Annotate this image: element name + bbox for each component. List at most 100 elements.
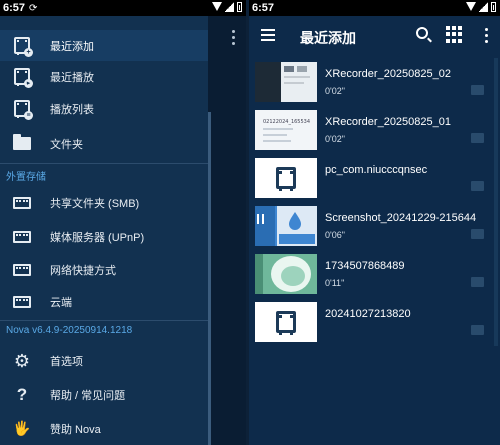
drawer-item-folder[interactable]: 文件夹 [0,128,208,159]
scrollbar[interactable] [208,112,211,445]
drawer-item-label: 最近播放 [50,71,94,84]
scrollbar[interactable] [494,202,498,250]
media-title: XRecorder_20250825_02 [325,68,451,80]
video-thumbnail [255,62,317,102]
list-item[interactable]: 1734507868489 0'11" [249,250,500,298]
playlist-icon: ≡ [12,99,33,120]
right-screen: 6:57 最近添加 XRecorder_20250825_02 0'02" 02… [249,0,500,445]
wifi-icon [212,2,222,11]
video-thumbnail [255,158,317,198]
comment-icon [471,85,484,95]
status-bar: 6:57 ⟳ [0,0,246,16]
drawer-item-label: 网络快捷方式 [50,264,116,277]
menu-icon[interactable] [261,29,275,41]
list-item[interactable]: pc_com.niucccqnsec [249,154,500,202]
comment-icon [471,325,484,335]
left-screen: 6:57 ⟳ + 最近添加 ▸ 最近播放 ≡ 播放列表 文件夹 外置存储 共享文 [0,0,246,445]
media-duration: 0'02" [325,134,345,144]
sync-icon: ⟳ [29,2,38,14]
comment-icon [471,181,484,191]
smb-icon [12,193,32,213]
scrollbar[interactable] [494,298,498,346]
drawer-item-network-shortcut[interactable]: 网络快捷方式 [0,254,208,285]
drawer-item-recent-play[interactable]: ▸ 最近播放 [0,61,208,92]
scrollbar[interactable] [494,154,498,202]
drawer-item-donate[interactable]: 🖐 赞助 Nova [0,413,208,444]
status-icons [212,2,242,12]
screen-capture-icon [255,206,317,246]
drawer-item-help[interactable]: ? 帮助 / 常见问题 [0,379,208,410]
phone-screen-icon [255,62,317,102]
video-thumbnail [255,254,317,294]
battery-icon [237,2,242,12]
status-bar: 6:57 [249,0,500,16]
drawer-item-cloud[interactable]: 云端 [0,286,208,317]
video-placeholder-icon [276,311,296,335]
media-title: 20241027213820 [325,308,411,320]
drawer-item-preferences[interactable]: ⚙ 首选项 [0,345,208,376]
network-shortcut-icon [12,260,32,280]
comment-icon [471,133,484,143]
document-icon [263,128,293,142]
gear-icon: ⚙ [13,350,31,371]
grid-view-icon[interactable] [446,26,463,43]
divider [0,163,208,164]
navigation-drawer: + 最近添加 ▸ 最近播放 ≡ 播放列表 文件夹 外置存储 共享文件夹 (SMB… [0,16,208,445]
drawer-item-label: 最近添加 [50,40,94,53]
list-item[interactable]: Screenshot_20241229-215644 0'06" [249,202,500,250]
drawer-item-playlist[interactable]: ≡ 播放列表 [0,93,208,124]
cloud-icon [12,292,32,312]
page-title: 最近添加 [300,30,356,46]
signal-icon [479,2,488,12]
media-title: 1734507868489 [325,260,405,272]
recent-add-icon: + [12,36,33,57]
scrollbar[interactable] [494,250,498,298]
media-title: Screenshot_20241229-215644 [325,212,477,224]
drawer-item-smb[interactable]: 共享文件夹 (SMB) [0,187,208,218]
scrollbar[interactable] [494,106,498,154]
drawer-item-label: 云端 [50,296,72,309]
drawer-item-label: 赞助 Nova [50,423,101,436]
drawer-item-label: 播放列表 [50,103,94,116]
upnp-icon [12,227,32,247]
drawer-item-label: 文件夹 [50,138,83,151]
section-external-storage: 外置存储 [6,172,46,183]
video-thumbnail: 02122024_165534 [255,110,317,150]
green-video-icon [255,254,317,294]
drawer-item-label: 帮助 / 常见问题 [50,389,126,402]
media-title: XRecorder_20250825_01 [325,116,451,128]
drawer-item-label: 首选项 [50,355,83,368]
status-icons [466,2,496,12]
drawer-item-upnp[interactable]: 媒体服务器 (UPnP) [0,221,208,252]
comment-icon [471,277,484,287]
video-thumbnail [255,206,317,246]
drawer-item-label: 共享文件夹 (SMB) [50,197,140,210]
media-title: pc_com.niucccqnsec [325,164,428,176]
signal-icon [225,2,234,12]
media-duration: 0'06" [325,230,345,240]
list-item[interactable]: 02122024_165534 XRecorder_20250825_01 0'… [249,106,500,154]
wifi-icon [466,2,476,11]
status-time: 6:57 [252,2,275,14]
list-item[interactable]: 20241027213820 [249,298,500,346]
battery-icon [491,2,496,12]
search-icon[interactable] [416,27,428,39]
video-placeholder-icon [276,167,296,191]
more-options-icon[interactable] [485,28,488,46]
status-time: 6:57 [3,2,26,14]
video-thumbnail [255,302,317,342]
folder-icon [12,134,32,154]
drawer-scrim[interactable] [208,16,246,445]
app-bar: 最近添加 [249,16,500,58]
version-label: Nova v6.4.9-20250914.1218 [6,325,133,336]
recent-play-icon: ▸ [12,67,33,88]
scrollbar[interactable] [494,58,498,106]
media-duration: 0'11" [325,278,345,288]
media-duration: 0'02" [325,86,345,96]
list-item[interactable]: XRecorder_20250825_02 0'02" [249,58,500,106]
help-icon: ? [16,384,28,404]
donate-icon: 🖐 [13,420,31,436]
more-options-icon [232,30,236,48]
divider [0,320,208,321]
drawer-item-recent-add[interactable]: + 最近添加 [0,30,208,61]
